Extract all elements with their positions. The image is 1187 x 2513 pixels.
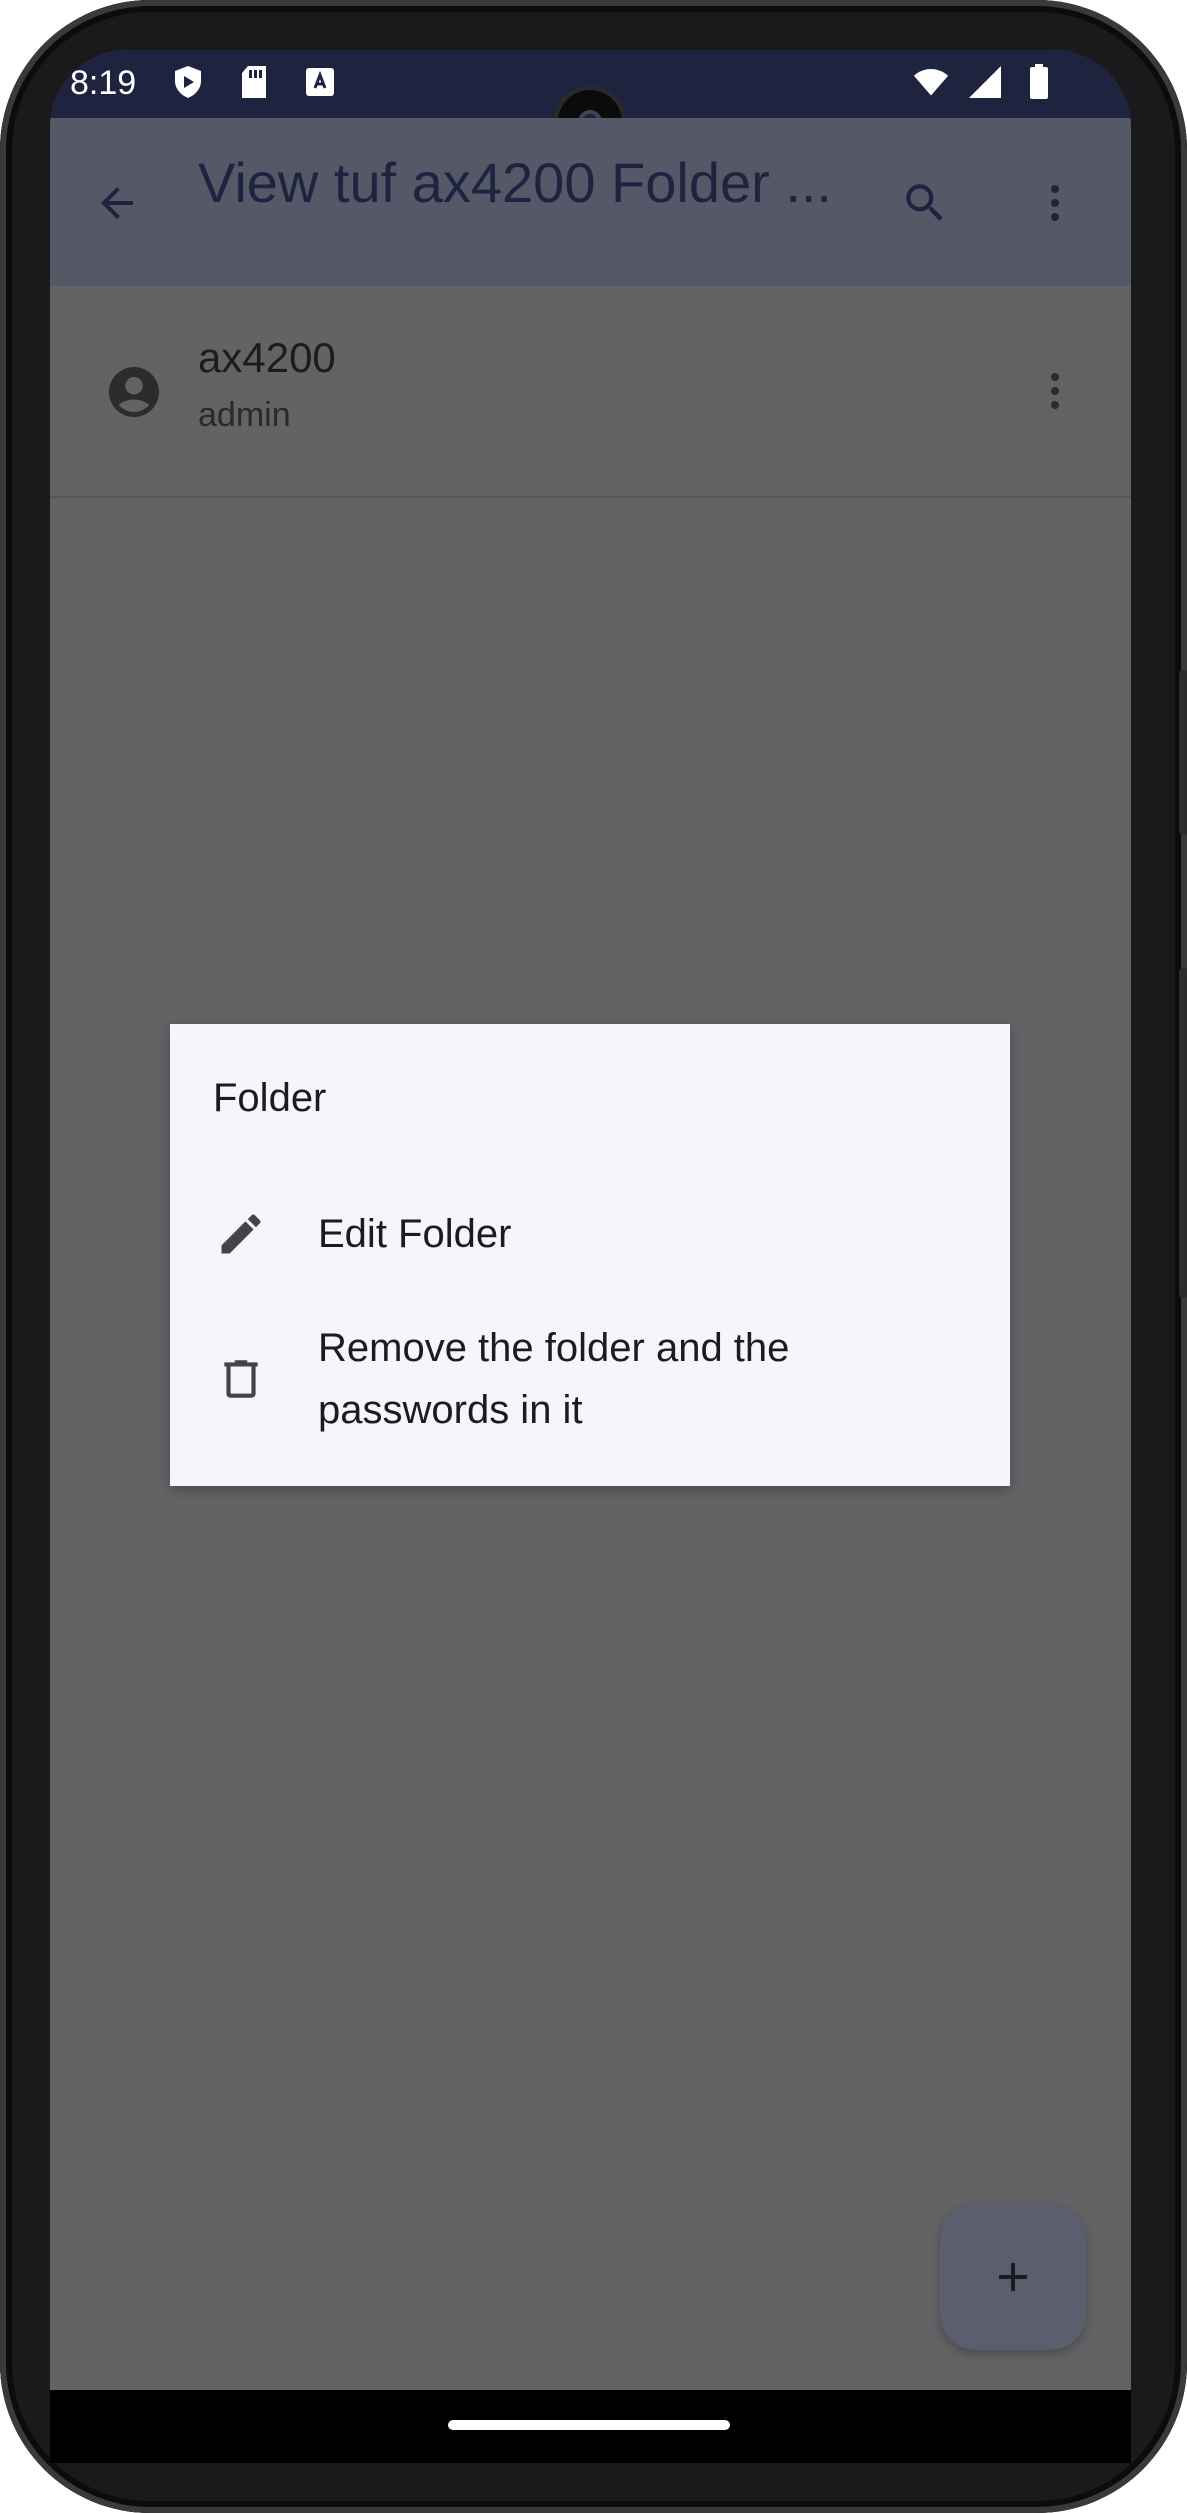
- volume-button: [1179, 670, 1187, 835]
- more-vert-icon[interactable]: [1010, 346, 1100, 436]
- account-circle-icon: [88, 346, 180, 438]
- list-item-subtitle: admin: [198, 396, 291, 434]
- wifi-icon: [913, 64, 949, 100]
- arrow-back-icon[interactable]: [72, 158, 162, 248]
- app-bar: View tuf ax4200 Folder ...: [50, 118, 1131, 286]
- dialog-title: Folder: [213, 1076, 327, 1120]
- remove-folder-label: Remove the folder and the passwords in i…: [318, 1326, 790, 1432]
- edit-icon: [213, 1206, 269, 1262]
- battery-icon: [1021, 64, 1057, 100]
- shield-icon: [170, 64, 206, 100]
- home-handle[interactable]: [448, 2420, 730, 2430]
- power-button: [1179, 968, 1187, 1298]
- list-item-title: ax4200: [198, 334, 336, 381]
- more-vert-icon[interactable]: [1010, 158, 1100, 248]
- screen: 8:19 View tuf ax4200 Folder ... ax4200 a…: [50, 50, 1131, 2390]
- signal-icon: [967, 64, 1003, 100]
- search-icon[interactable]: [880, 158, 970, 248]
- context-menu-dialog: Folder Edit Folder Remove the folder and…: [170, 1024, 1010, 1486]
- keyboard-a-icon: [302, 64, 338, 100]
- status-time: 8:19: [70, 64, 137, 102]
- delete-icon: [213, 1351, 269, 1407]
- page-title: View tuf ax4200 Folder ...: [198, 151, 832, 210]
- edit-folder-label: Edit Folder: [318, 1212, 512, 1256]
- add-icon: [989, 2253, 1037, 2301]
- sd-card-icon: [236, 64, 272, 100]
- list-item[interactable]: ax4200 admin: [50, 286, 1131, 498]
- navigation-bar: [50, 2390, 1131, 2463]
- add-button[interactable]: [940, 2204, 1086, 2350]
- remove-folder-item[interactable]: Remove the folder and the passwords in i…: [170, 1299, 1010, 1459]
- edit-folder-item[interactable]: Edit Folder: [170, 1174, 1010, 1294]
